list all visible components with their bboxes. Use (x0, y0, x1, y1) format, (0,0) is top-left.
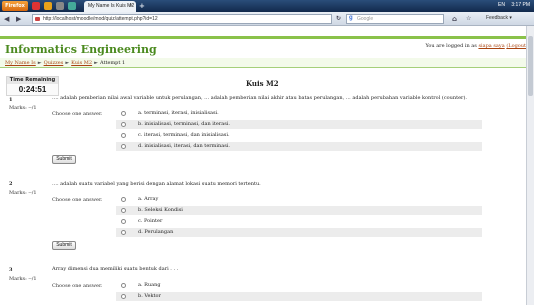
home-icon[interactable]: ⌂ (452, 14, 457, 24)
back-button[interactable]: ◀ (4, 14, 9, 24)
question-marks: Marks: --/1 (9, 190, 37, 196)
vertical-scrollbar[interactable] (526, 26, 534, 305)
system-tray: EN 3:17 PM (493, 2, 530, 8)
answer-option[interactable]: a. Array (116, 195, 482, 204)
site-title[interactable]: Informatics Engineering (5, 43, 157, 56)
breadcrumb-quizzes[interactable]: Quizzes (44, 60, 64, 66)
page-header: Informatics Engineering You are logged i… (0, 38, 534, 60)
language-indicator[interactable]: EN (498, 2, 505, 8)
clock: 3:17 PM (511, 2, 530, 8)
answer-option-label: c. iterasi, terminasi, dan inisialisasi. (138, 132, 230, 138)
radio-button[interactable] (121, 144, 126, 149)
breadcrumb: My Name Is ► Quizzes ► Kuis M2 ► Attempt 1 (0, 58, 534, 68)
tab-title: My Name Is Kuis M2 (88, 3, 135, 9)
answer-option[interactable]: c. iterasi, terminasi, dan inisialisasi. (116, 131, 482, 140)
timer-label: Time Remaining (7, 77, 58, 84)
radio-button[interactable] (121, 197, 126, 202)
answer-option-label: a. terminasi, iterasi, inisialisasi. (138, 110, 219, 116)
breadcrumb-separator: ► (94, 60, 98, 66)
login-info: You are logged in as siapa saya (Logout) (426, 43, 528, 49)
answer-option[interactable]: d. inisialisasi, iterasi, dan terminasi. (116, 142, 482, 151)
app-icon[interactable] (56, 2, 64, 10)
quiz-title: Kuis M2 (246, 79, 279, 88)
login-prefix: You are logged in as (425, 43, 479, 49)
google-icon: g (349, 15, 353, 21)
answer-option[interactable]: b. Vektor (116, 292, 482, 301)
question-text: …. adalah pemberian nilai awal variable … (52, 95, 467, 101)
answer-option-label: a. Array (138, 196, 159, 202)
app-icon[interactable] (32, 2, 40, 10)
answer-option-label: a. Ruang (138, 282, 161, 288)
scrollbar-thumb[interactable] (528, 36, 533, 96)
app-icon[interactable] (68, 2, 76, 10)
answer-option-label: d. Perulangan (138, 229, 174, 235)
firefox-menu-button[interactable]: Firefox (2, 1, 28, 11)
question-number: 2 (9, 181, 13, 187)
answer-option-label: b. inisialisasi, terminasi, dan iterasi. (138, 121, 230, 127)
answer-option[interactable]: d. Perulangan (116, 228, 482, 237)
choose-one-label: Choose one answer. (52, 197, 103, 203)
question-text: …. adalah suatu variabel yang berisi den… (52, 181, 261, 187)
answer-option[interactable]: b. inisialisasi, terminasi, dan iterasi. (116, 120, 482, 129)
radio-button[interactable] (121, 208, 126, 213)
submit-button[interactable]: Submit (52, 241, 76, 250)
site-favicon-icon (35, 17, 40, 21)
search-input[interactable]: g Google (346, 14, 444, 24)
feedback-button[interactable]: Feedback ▾ (486, 15, 512, 21)
answer-option-label: c. Pointer (138, 218, 163, 224)
radio-button[interactable] (121, 219, 126, 224)
question-marks: Marks: --/1 (9, 105, 37, 111)
answer-option-label: b. Vektor (138, 293, 161, 299)
answer-option[interactable]: a. Ruang (116, 281, 482, 290)
question-text: Array dimensi dua memiliki suatu bentuk … (52, 266, 179, 272)
time-remaining-box: Time Remaining 0:24:51 (6, 76, 59, 96)
radio-button[interactable] (121, 294, 126, 299)
radio-button[interactable] (121, 122, 126, 127)
answer-option[interactable]: a. terminasi, iterasi, inisialisasi. (116, 109, 482, 118)
navigation-toolbar: ◀ ▶ http://localhost/moodle/mod/quiz/att… (0, 12, 534, 26)
new-tab-button[interactable]: + (139, 2, 145, 10)
radio-button[interactable] (121, 230, 126, 235)
browser-tab-strip: Firefox My Name Is Kuis M2 ✕ + EN 3:17 P… (0, 0, 534, 12)
breadcrumb-attempt: Attempt 1 (99, 60, 126, 66)
submit-button[interactable]: Submit (52, 155, 76, 164)
breadcrumb-course[interactable]: My Name Is (5, 60, 36, 66)
answer-option-label: d. inisialisasi, iterasi, dan terminasi. (138, 143, 230, 149)
answer-option[interactable]: b. Seleksi Kondisi (116, 206, 482, 215)
app-icon[interactable] (44, 2, 52, 10)
question-marks: Marks: --/1 (9, 276, 37, 282)
close-tab-icon[interactable]: ✕ (129, 3, 133, 9)
question-number: 3 (9, 267, 13, 273)
reload-icon[interactable]: ↻ (336, 14, 341, 24)
bookmark-icon[interactable]: ☆ (466, 14, 471, 24)
breadcrumb-separator: ► (37, 60, 42, 66)
radio-button[interactable] (121, 283, 126, 288)
timer-value: 0:24:51 (18, 85, 47, 94)
user-profile-link[interactable]: siapa saya (478, 43, 504, 49)
logout-link[interactable]: (Logout) (506, 43, 528, 49)
radio-button[interactable] (121, 133, 126, 138)
breadcrumb-quiz[interactable]: Kuis M2 (71, 60, 92, 66)
question-number: 1 (9, 97, 13, 103)
choose-one-label: Choose one answer. (52, 111, 103, 117)
answer-option-label: b. Seleksi Kondisi (138, 207, 183, 213)
choose-one-label: Choose one answer. (52, 283, 103, 289)
tab-quiz[interactable]: My Name Is Kuis M2 ✕ (84, 1, 136, 12)
address-text: http://localhost/moodle/mod/quiz/attempt… (43, 16, 158, 22)
breadcrumb-separator: ► (65, 60, 70, 66)
address-bar[interactable]: http://localhost/moodle/mod/quiz/attempt… (32, 14, 332, 24)
search-placeholder: Google (357, 16, 374, 22)
radio-button[interactable] (121, 111, 126, 116)
answer-option[interactable]: c. Pointer (116, 217, 482, 226)
forward-button[interactable]: ▶ (16, 14, 21, 24)
